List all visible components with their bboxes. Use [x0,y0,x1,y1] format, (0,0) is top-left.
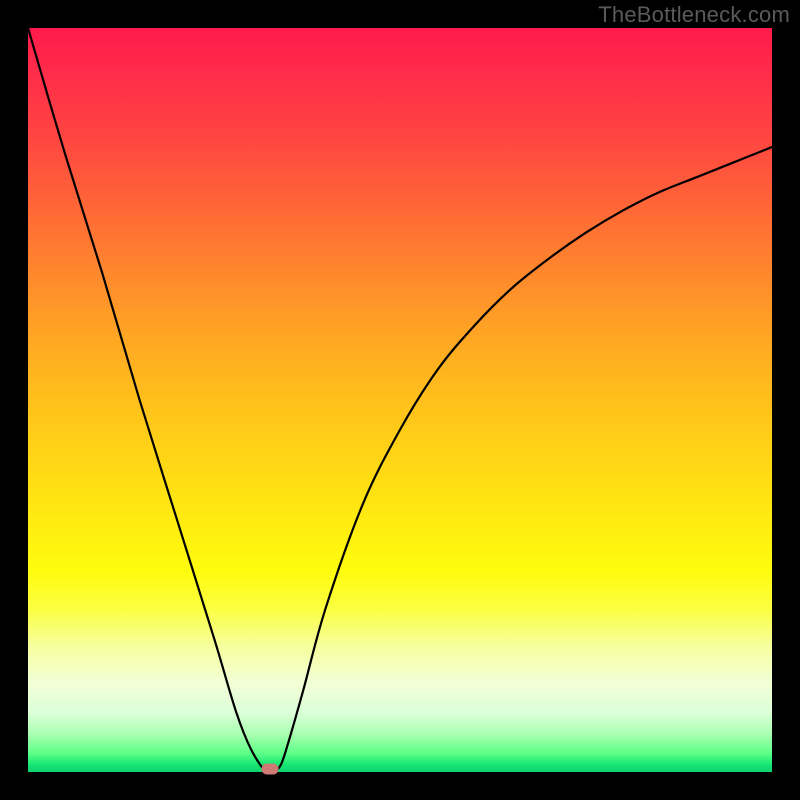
bottleneck-curve [28,28,772,772]
chart-frame: TheBottleneck.com [0,0,800,800]
minimum-marker [261,764,278,775]
plot-area [28,28,772,772]
watermark-text: TheBottleneck.com [598,2,790,28]
